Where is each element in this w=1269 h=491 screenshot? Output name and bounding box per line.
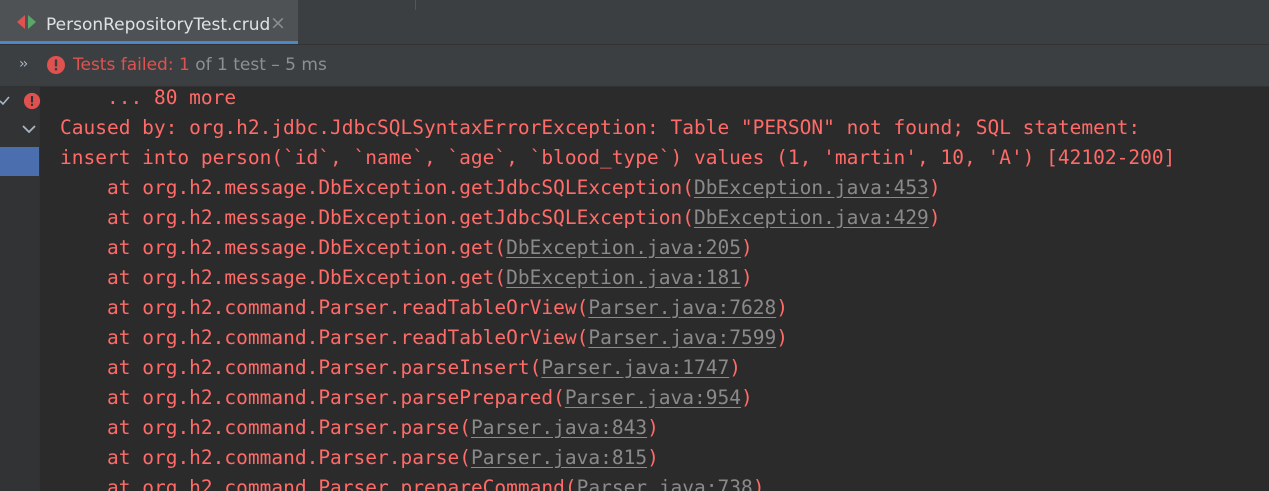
failed-count: 1 (178, 55, 190, 75)
console-line-close: ) (740, 236, 753, 259)
console-line-close: ) (928, 176, 941, 199)
console-line: at org.h2.message.DbException.getJdbcSQL… (107, 173, 941, 203)
console-line-close: ) (752, 476, 765, 491)
console-line-text: at org.h2.command.Parser.readTableOrView… (107, 296, 589, 319)
status-suffix: of 1 test – 5 ms (195, 55, 327, 75)
source-link[interactable]: Parser.java:7628 (588, 296, 776, 319)
console-line-text: at org.h2.command.Parser.parsePrepared( (107, 386, 565, 409)
console-line-close: ) (928, 206, 941, 229)
close-icon[interactable]: × (270, 13, 286, 33)
console-line: at org.h2.command.Parser.parse(Parser.ja… (107, 443, 659, 473)
tab-title: PersonRepositoryTest.crud (46, 15, 271, 35)
console-line-text: at org.h2.message.DbException.get( (107, 266, 507, 289)
console-line-text: at org.h2.command.Parser.parse( (107, 446, 471, 469)
console-line: at org.h2.message.DbException.getJdbcSQL… (107, 203, 941, 233)
console-line: at org.h2.command.Parser.parseInsert(Par… (107, 353, 741, 383)
test-status-bar: ›› Tests failed: 1 of 1 test – 5 ms (0, 45, 1269, 87)
tab-person-repository-test-crud[interactable]: PersonRepositoryTest.crud × (0, 0, 298, 44)
console-line: at org.h2.command.Parser.readTableOrView… (107, 323, 788, 353)
console-line-close: ) (740, 386, 753, 409)
console-line: at org.h2.command.Parser.readTableOrView… (107, 293, 788, 323)
chevron-down-icon[interactable] (21, 123, 37, 135)
divider (415, 0, 416, 10)
selected-tree-row[interactable] (0, 147, 39, 176)
console-line: at org.h2.command.Parser.parse(Parser.ja… (107, 413, 659, 443)
console-line: at org.h2.message.DbException.get(DbExce… (107, 233, 753, 263)
console-line-text: at org.h2.command.Parser.prepareCommand( (107, 476, 577, 491)
console-line-close: ) (740, 266, 753, 289)
console-line-text: Caused by: org.h2.jdbc.JdbcSQLSyntaxErro… (60, 116, 1141, 139)
source-link[interactable]: Parser.java:954 (565, 386, 741, 409)
source-link[interactable]: Parser.java:7599 (588, 326, 776, 349)
source-link[interactable]: Parser.java:815 (471, 446, 647, 469)
console-line-text: ... 80 more (107, 87, 237, 109)
console-line-close: ) (776, 296, 788, 319)
console-line-text: at org.h2.command.Parser.parse( (107, 416, 471, 439)
expand-icon[interactable]: ›› (19, 55, 37, 73)
error-circle-icon[interactable] (23, 92, 41, 110)
console-line: at org.h2.command.Parser.parsePrepared(P… (107, 383, 753, 413)
console-line: at org.h2.message.DbException.get(DbExce… (107, 263, 753, 293)
console-line-text: insert into person(`id`, `name`, `age`, … (60, 146, 1176, 169)
console-line-text: at org.h2.command.Parser.parseInsert( (107, 356, 542, 379)
console-line-text: at org.h2.message.DbException.get( (107, 236, 507, 259)
source-link[interactable]: DbException.java:181 (506, 266, 741, 289)
console-line-close: ) (647, 416, 659, 439)
test-tree-gutter (0, 87, 41, 491)
source-link[interactable]: DbException.java:453 (694, 176, 929, 199)
editor-tab-bar: PersonRepositoryTest.crud × (0, 0, 1269, 45)
console-output[interactable]: ... 80 more Caused by: org.h2.jdbc.JdbcSQ… (40, 87, 1269, 491)
source-link[interactable]: Parser.java:843 (471, 416, 647, 439)
test-diamond-icon (17, 15, 36, 29)
checkmark-icon (0, 96, 10, 106)
console-line: at org.h2.command.Parser.prepareCommand(… (107, 473, 764, 491)
source-link[interactable]: DbException.java:205 (506, 236, 741, 259)
console-line: ... 80 more (107, 87, 236, 113)
console-line: insert into person(`id`, `name`, `age`, … (60, 143, 1175, 173)
console-line-text: at org.h2.message.DbException.getJdbcSQL… (107, 176, 694, 199)
console-line: Caused by: org.h2.jdbc.JdbcSQLSyntaxErro… (60, 113, 1140, 143)
test-status-text: Tests failed: 1 of 1 test – 5 ms (73, 54, 327, 76)
source-link[interactable]: Parser.java:1747 (541, 356, 729, 379)
console-line-close: ) (776, 326, 788, 349)
console-line-close: ) (729, 356, 741, 379)
source-link[interactable]: DbException.java:429 (694, 206, 929, 229)
console-line-text: at org.h2.command.Parser.readTableOrView… (107, 326, 589, 349)
console-line-text: at org.h2.message.DbException.getJdbcSQL… (107, 206, 694, 229)
status-prefix: Tests failed: (73, 55, 174, 75)
source-link[interactable]: Parser.java:738 (577, 476, 753, 491)
console-line-close: ) (647, 446, 659, 469)
error-circle-icon (47, 56, 65, 74)
